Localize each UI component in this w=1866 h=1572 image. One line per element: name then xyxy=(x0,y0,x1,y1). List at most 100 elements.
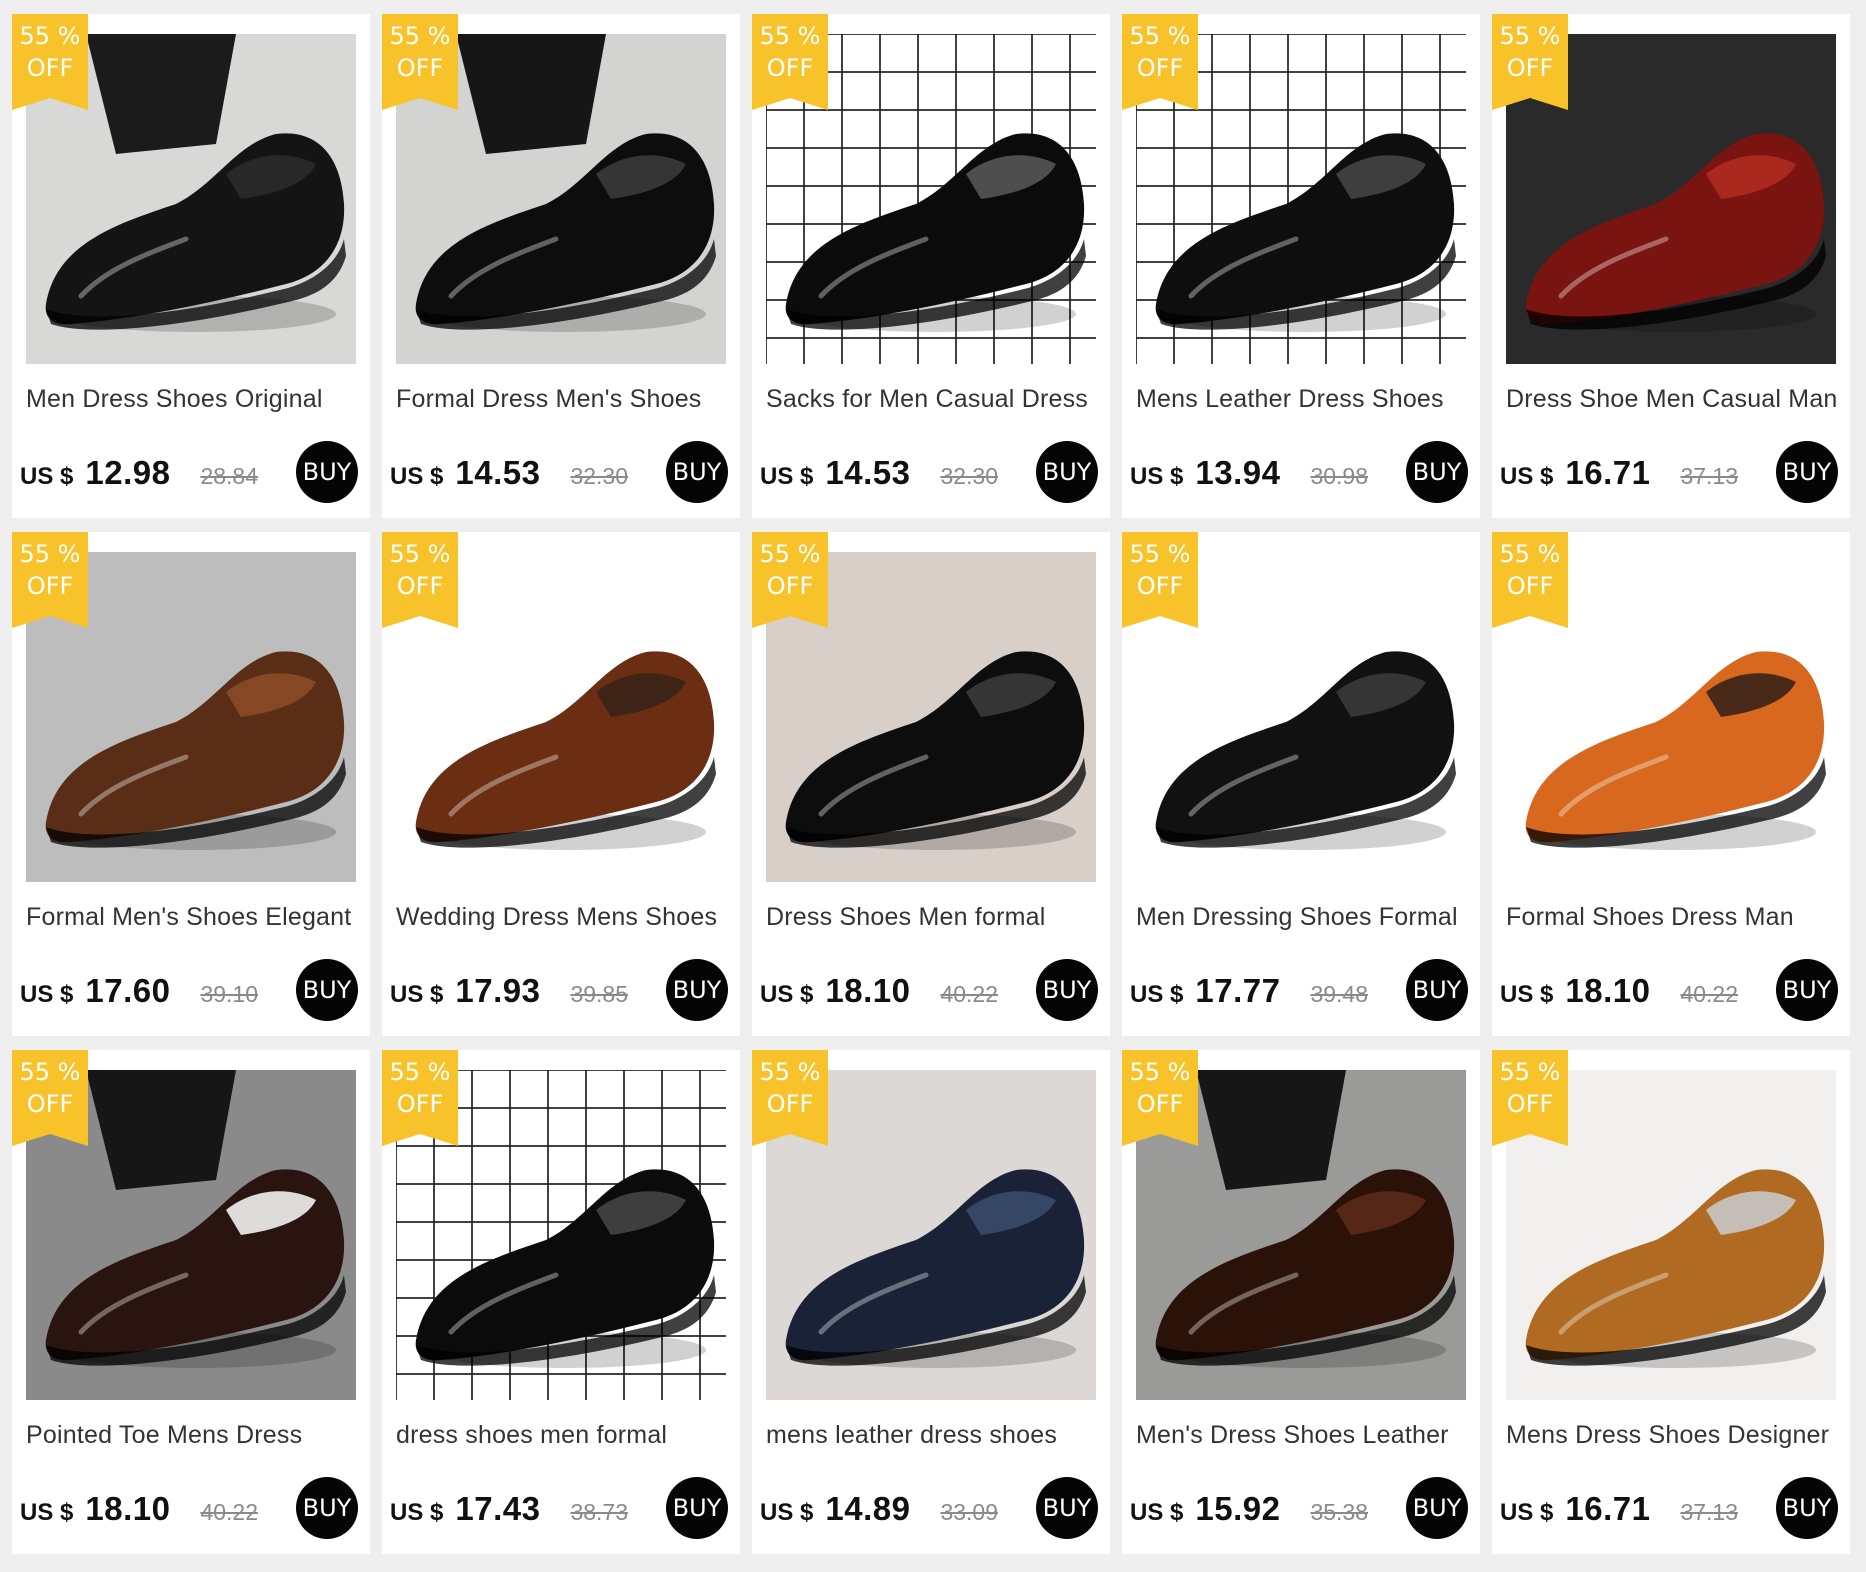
original-price: 39.10 xyxy=(200,981,259,1007)
discount-percent: 55 % xyxy=(759,540,821,568)
product-card[interactable]: 55 % OFF Men Dress Shoes Original US $ 1… xyxy=(12,14,370,518)
original-price: 30.98 xyxy=(1310,463,1369,489)
discount-percent: 55 % xyxy=(1129,22,1191,50)
sale-price: 17.60 xyxy=(85,972,171,1009)
discount-off-label: OFF xyxy=(766,1090,814,1118)
discount-off-label: OFF xyxy=(26,54,74,82)
discount-percent: 55 % xyxy=(19,1058,81,1086)
product-title[interactable]: Wedding Dress Mens Shoes xyxy=(396,900,730,948)
discount-off-label: OFF xyxy=(766,54,814,82)
discount-badge: 55 % OFF xyxy=(1122,1050,1198,1146)
price-row: US $ 15.92 35.38 xyxy=(1130,1490,1368,1550)
original-price: 39.85 xyxy=(570,981,629,1007)
discount-badge: 55 % OFF xyxy=(12,1050,88,1146)
product-title[interactable]: Dress Shoes Men formal xyxy=(766,900,1100,948)
buy-button[interactable]: BUY xyxy=(1036,441,1098,503)
product-card[interactable]: 55 % OFF Wedding Dress Mens Shoes US $ 1… xyxy=(382,532,740,1036)
discount-off-label: OFF xyxy=(766,572,814,600)
price-row: US $ 16.71 37.13 xyxy=(1500,1490,1738,1550)
discount-percent: 55 % xyxy=(759,22,821,50)
original-price: 35.38 xyxy=(1310,1499,1369,1525)
product-card[interactable]: 55 % OFF Formal Dress Men's Shoes US $ 1… xyxy=(382,14,740,518)
product-title[interactable]: Mens Dress Shoes Designer xyxy=(1506,1418,1840,1466)
product-card[interactable]: 55 % OFF dress shoes men formal US $ 17.… xyxy=(382,1050,740,1554)
discount-off-label: OFF xyxy=(1136,1090,1184,1118)
product-card[interactable]: 55 % OFF Formal Men's Shoes Elegant US $… xyxy=(12,532,370,1036)
product-title[interactable]: Mens Leather Dress Shoes xyxy=(1136,382,1470,430)
product-title[interactable]: dress shoes men formal xyxy=(396,1418,730,1466)
product-card[interactable]: 55 % OFF mens leather dress shoes US $ 1… xyxy=(752,1050,1110,1554)
discount-badge: 55 % OFF xyxy=(1492,1050,1568,1146)
discount-off-label: OFF xyxy=(396,572,444,600)
discount-badge: 55 % OFF xyxy=(1122,14,1198,110)
product-title[interactable]: Men Dress Shoes Original xyxy=(26,382,360,430)
product-card[interactable]: 55 % OFF Dress Shoe Men Casual Man US $ … xyxy=(1492,14,1850,518)
discount-badge: 55 % OFF xyxy=(382,532,458,628)
product-title[interactable]: Sacks for Men Casual Dress xyxy=(766,382,1100,430)
buy-button[interactable]: BUY xyxy=(666,441,728,503)
discount-percent: 55 % xyxy=(759,1058,821,1086)
buy-button[interactable]: BUY xyxy=(296,441,358,503)
discount-percent: 55 % xyxy=(1129,1058,1191,1086)
price-row: US $ 16.71 37.13 xyxy=(1500,454,1738,514)
product-card[interactable]: 55 % OFF Dress Shoes Men formal US $ 18.… xyxy=(752,532,1110,1036)
original-price: 33.09 xyxy=(940,1499,999,1525)
sale-price: 14.89 xyxy=(825,1490,911,1527)
product-title[interactable]: Men's Dress Shoes Leather xyxy=(1136,1418,1470,1466)
buy-button[interactable]: BUY xyxy=(666,1477,728,1539)
buy-button[interactable]: BUY xyxy=(1406,441,1468,503)
buy-button[interactable]: BUY xyxy=(1776,1477,1838,1539)
buy-button[interactable]: BUY xyxy=(296,1477,358,1539)
product-title[interactable]: Dress Shoe Men Casual Man xyxy=(1506,382,1840,430)
currency-label: US $ xyxy=(1500,981,1554,1008)
sale-price: 12.98 xyxy=(85,454,171,491)
product-card[interactable]: 55 % OFF Men Dressing Shoes Formal US $ … xyxy=(1122,532,1480,1036)
buy-button[interactable]: BUY xyxy=(1776,959,1838,1021)
sale-price: 14.53 xyxy=(825,454,911,491)
sale-price: 13.94 xyxy=(1195,454,1281,491)
discount-percent: 55 % xyxy=(19,540,81,568)
original-price: 40.22 xyxy=(1680,981,1739,1007)
discount-badge: 55 % OFF xyxy=(752,14,828,110)
currency-label: US $ xyxy=(1130,463,1184,490)
buy-button[interactable]: BUY xyxy=(1036,959,1098,1021)
product-card[interactable]: 55 % OFF Mens Dress Shoes Designer US $ … xyxy=(1492,1050,1850,1554)
buy-button[interactable]: BUY xyxy=(1776,441,1838,503)
product-title[interactable]: Formal Shoes Dress Man xyxy=(1506,900,1840,948)
price-row: US $ 14.53 32.30 xyxy=(760,454,998,514)
currency-label: US $ xyxy=(1500,463,1554,490)
buy-button[interactable]: BUY xyxy=(1406,1477,1468,1539)
price-row: US $ 14.89 33.09 xyxy=(760,1490,998,1550)
original-price: 28.84 xyxy=(200,463,259,489)
original-price: 38.73 xyxy=(570,1499,629,1525)
product-title[interactable]: Formal Men's Shoes Elegant xyxy=(26,900,360,948)
product-title[interactable]: Men Dressing Shoes Formal xyxy=(1136,900,1470,948)
discount-percent: 55 % xyxy=(1499,22,1561,50)
product-title[interactable]: Formal Dress Men's Shoes xyxy=(396,382,730,430)
product-card[interactable]: 55 % OFF Pointed Toe Mens Dress US $ 18.… xyxy=(12,1050,370,1554)
buy-button[interactable]: BUY xyxy=(296,959,358,1021)
discount-off-label: OFF xyxy=(396,1090,444,1118)
original-price: 40.22 xyxy=(940,981,999,1007)
product-card[interactable]: 55 % OFF Men's Dress Shoes Leather US $ … xyxy=(1122,1050,1480,1554)
price-row: US $ 18.10 40.22 xyxy=(760,972,998,1032)
buy-button[interactable]: BUY xyxy=(666,959,728,1021)
discount-percent: 55 % xyxy=(1129,540,1191,568)
product-title[interactable]: Pointed Toe Mens Dress xyxy=(26,1418,360,1466)
product-card[interactable]: 55 % OFF Sacks for Men Casual Dress US $… xyxy=(752,14,1110,518)
sale-price: 16.71 xyxy=(1565,1490,1651,1527)
buy-button[interactable]: BUY xyxy=(1036,1477,1098,1539)
product-card[interactable]: 55 % OFF Formal Shoes Dress Man US $ 18.… xyxy=(1492,532,1850,1036)
discount-off-label: OFF xyxy=(26,1090,74,1118)
buy-button[interactable]: BUY xyxy=(1406,959,1468,1021)
product-card[interactable]: 55 % OFF Mens Leather Dress Shoes US $ 1… xyxy=(1122,14,1480,518)
discount-badge: 55 % OFF xyxy=(1492,14,1568,110)
discount-badge: 55 % OFF xyxy=(752,1050,828,1146)
price-row: US $ 18.10 40.22 xyxy=(20,1490,258,1550)
currency-label: US $ xyxy=(760,981,814,1008)
currency-label: US $ xyxy=(20,981,74,1008)
product-title[interactable]: mens leather dress shoes xyxy=(766,1418,1100,1466)
price-row: US $ 14.53 32.30 xyxy=(390,454,628,514)
price-row: US $ 17.60 39.10 xyxy=(20,972,258,1032)
product-grid: 55 % OFF Men Dress Shoes Original US $ 1… xyxy=(12,14,1850,1554)
